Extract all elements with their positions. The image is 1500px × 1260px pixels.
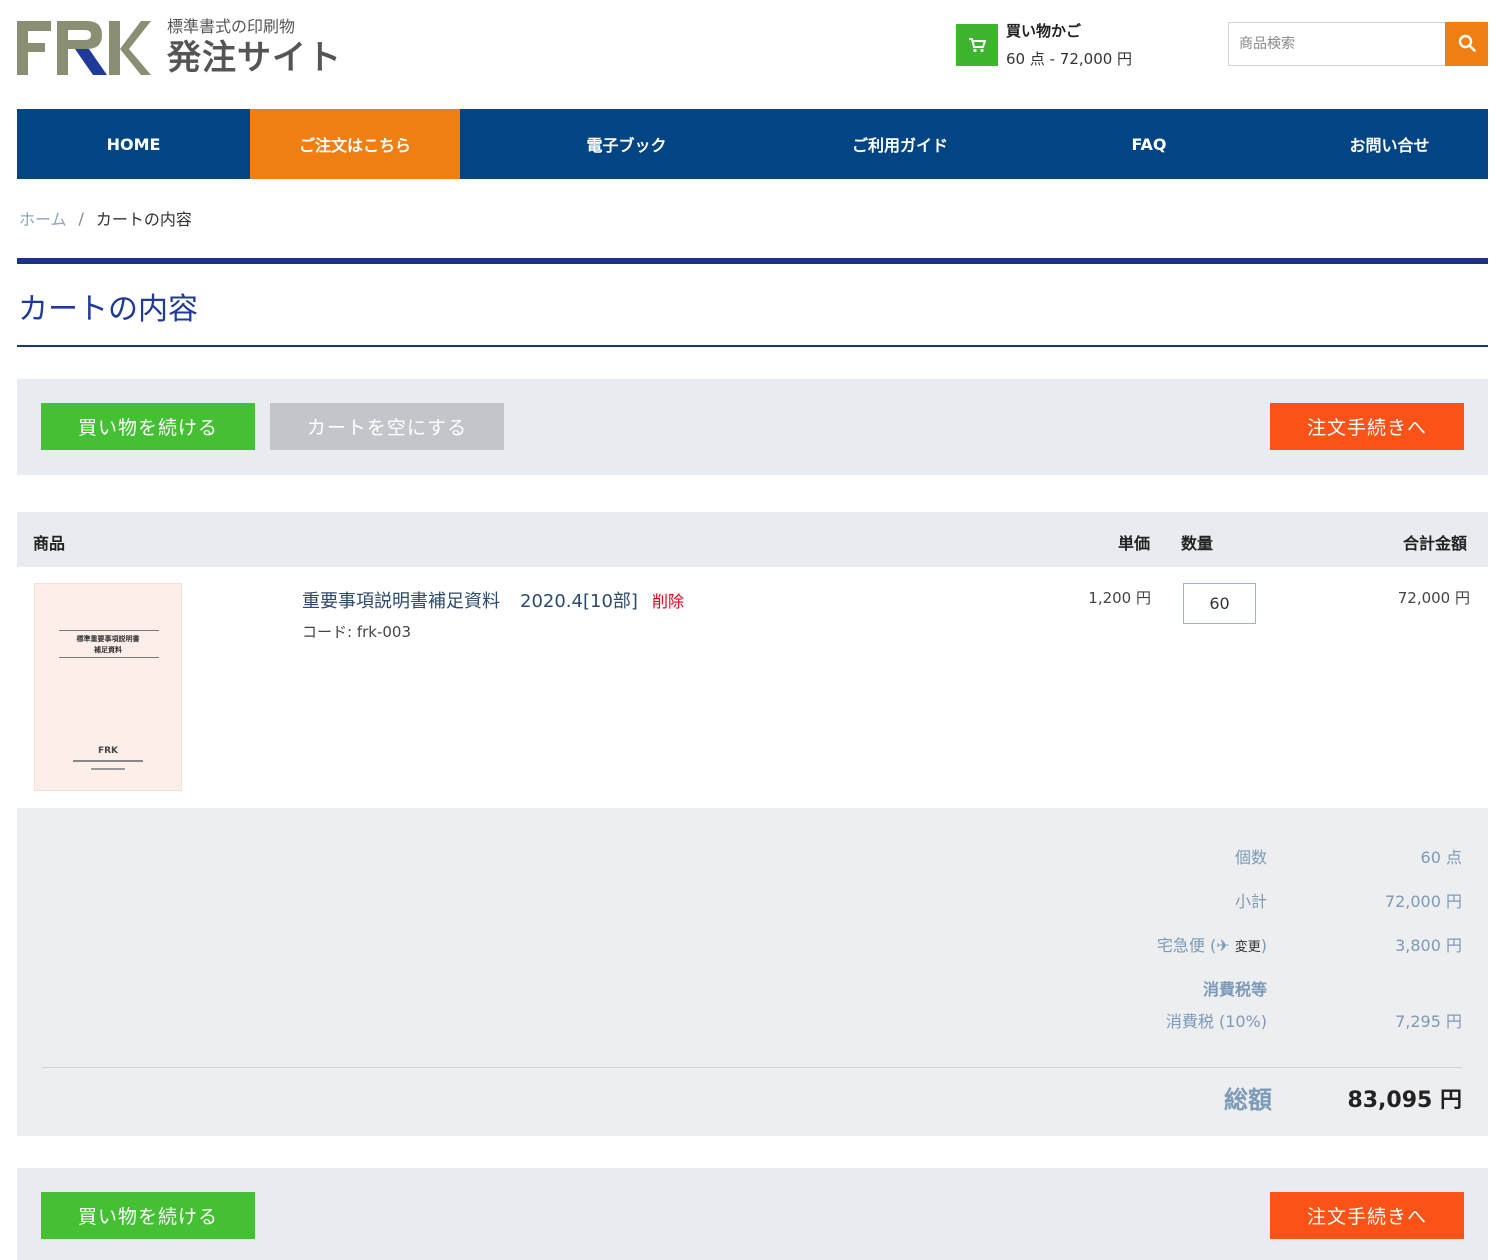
product-name: 重要事項説明書補足資料 2020.4[10部] 削除 [302, 587, 684, 613]
grand-total-label: 総額 [1224, 1086, 1272, 1114]
quantity-input[interactable] [1183, 583, 1256, 624]
continue-shopping-button[interactable]: 買い物を続ける [41, 403, 255, 450]
tax-value: 7,295 円 [1395, 1012, 1462, 1031]
line-total: 72,000 円 [1397, 589, 1470, 607]
product-thumbnail[interactable]: 標準重要事項説明書 補足資料 FRK [34, 583, 182, 791]
delete-item-link[interactable]: 削除 [652, 588, 684, 612]
count-value: 60 点 [1420, 848, 1462, 867]
nav-guide[interactable]: ご利用ガイド [793, 109, 1007, 179]
cart-table-header: 商品 単価 数量 合計金額 [17, 512, 1488, 567]
unit-price: 1,200 円 [1088, 589, 1151, 607]
site-logo[interactable]: 標準書式の印刷物 発注サイト [17, 18, 342, 78]
page-title: カートの内容 [18, 292, 198, 327]
cart-totals: 60 点 - 72,000 円 [1006, 50, 1133, 68]
title-divider-bottom [17, 345, 1488, 347]
header-product: 商品 [33, 534, 66, 553]
continue-shopping-button[interactable]: 買い物を続ける [41, 1192, 255, 1239]
shipping-value: 3,800 円 [1395, 936, 1462, 955]
nav-contact[interactable]: お問い合せ [1291, 109, 1488, 179]
grand-total-value: 83,095 円 [1347, 1088, 1462, 1113]
breadcrumb: ホーム / カートの内容 [19, 206, 192, 230]
search-bar [1228, 22, 1488, 66]
plane-icon: ✈ [1216, 936, 1230, 955]
shipping-change-link[interactable]: ✈ 変更 [1216, 936, 1261, 955]
nav-home[interactable]: HOME [17, 109, 250, 179]
subtotal-value: 72,000 円 [1384, 892, 1462, 911]
cart-icon[interactable] [956, 24, 998, 66]
thumbnail-rule [59, 630, 159, 631]
breadcrumb-home[interactable]: ホーム [19, 206, 67, 230]
logo-title: 発注サイト [167, 38, 342, 78]
thumbnail-rule [59, 657, 159, 658]
nav-faq[interactable]: FAQ [1007, 109, 1291, 179]
header-total: 合計金額 [1403, 534, 1468, 553]
totals-divider [42, 1067, 1462, 1068]
shipping-label: 宅急便 (✈ 変更) [1156, 936, 1267, 955]
frk-logo-mark [17, 19, 151, 77]
title-divider-top [17, 258, 1488, 264]
nav-order[interactable]: ご注文はこちら [250, 109, 460, 179]
thumbnail-fine-print [35, 760, 181, 763]
nav-ebook[interactable]: 電子ブック [460, 109, 793, 179]
header-unit-price: 単価 [1118, 534, 1151, 553]
subtotal-label: 小計 [1234, 892, 1267, 911]
main-nav: HOME ご注文はこちら 電子ブック ご利用ガイド FAQ お問い合せ [17, 109, 1488, 179]
tax-label: 消費税 (10%) [1165, 1012, 1267, 1031]
empty-cart-button[interactable]: カートを空にする [270, 403, 504, 450]
header-quantity: 数量 [1181, 534, 1214, 553]
cart-actions-bottom: 買い物を続ける 注文手続きへ [17, 1168, 1488, 1260]
breadcrumb-current: カートの内容 [95, 210, 192, 229]
cart-title: 買い物かご [1006, 22, 1082, 40]
count-label: 個数 [1234, 848, 1267, 867]
thumbnail-logo: FRK [97, 746, 119, 756]
thumbnail-fine-print [35, 768, 181, 771]
search-button[interactable] [1445, 22, 1488, 66]
product-variant: 2020.4[10部] [520, 591, 638, 612]
header-cart[interactable]: 買い物かご 60 点 - 72,000 円 [956, 22, 1132, 69]
logo-subtitle: 標準書式の印刷物 [167, 17, 296, 36]
search-input[interactable] [1228, 22, 1445, 66]
checkout-button[interactable]: 注文手続きへ [1270, 403, 1464, 450]
product-title-link[interactable]: 重要事項説明書補足資料 [302, 587, 500, 613]
cart-actions-top: 買い物を続ける カートを空にする 注文手続きへ [17, 379, 1488, 475]
breadcrumb-separator: / [78, 208, 84, 228]
tax-heading: 消費税等 [1202, 980, 1267, 999]
checkout-button[interactable]: 注文手続きへ [1270, 1192, 1464, 1239]
thumbnail-title: 標準重要事項説明書 補足資料 [76, 635, 140, 654]
product-code: コード: frk-003 [302, 623, 411, 641]
search-icon [1458, 34, 1476, 55]
order-totals: 個数 60 点 小計 72,000 円 宅急便 (✈ 変更) 3,800 円 消… [17, 808, 1488, 1136]
